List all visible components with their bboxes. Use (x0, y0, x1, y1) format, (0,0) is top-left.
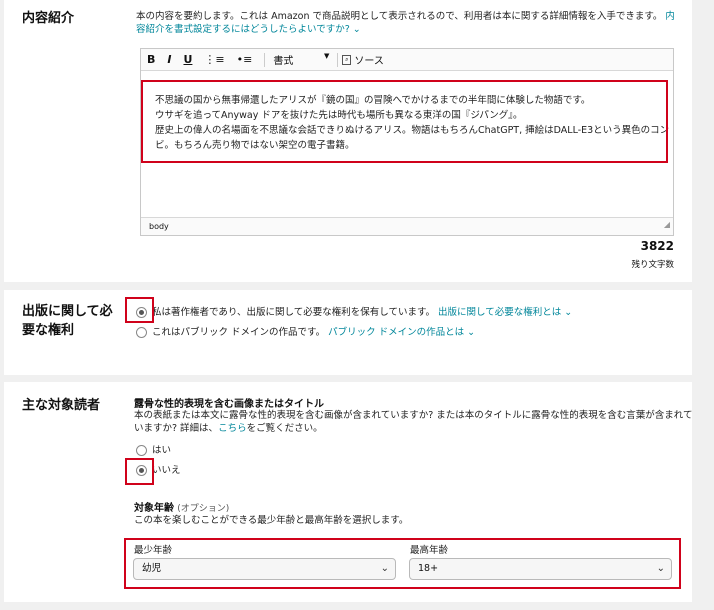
age-optional: (オプション) (177, 504, 230, 514)
rights-option1: 私は著作権者であり、出版に関して必要な権利を保有しています。 出版に関して必要な… (152, 306, 572, 319)
highlight-box (125, 458, 154, 485)
numbered-list-icon[interactable]: ⋮≡ (204, 53, 224, 66)
explicit-heading: 露骨な性的表現を含む画像またはタイトル (134, 399, 324, 410)
caret-down-icon: ▼ (323, 52, 330, 60)
description-title: 内容紹介 (22, 11, 75, 26)
description-help: 本の内容を要約します。これは Amazon で商品説明として表示されるので、利用… (136, 10, 676, 36)
chevron-down-icon: ⌄ (349, 24, 361, 35)
italic-button[interactable]: I (167, 53, 171, 66)
rights-option2-label: これはパブリック ドメインの作品です。 (152, 327, 326, 338)
age-description: この本を楽しむことができる最少年齢と最高年齢を選択します。 (134, 515, 409, 526)
rights-title-line2: 要な権利 (22, 323, 75, 338)
toolbar-divider (264, 52, 266, 67)
audience-title: 主な対象読者 (22, 398, 101, 413)
age-heading: 対象年齢 (134, 503, 174, 514)
highlight-box (141, 80, 668, 163)
audience-panel: 主な対象読者 露骨な性的表現を含む画像またはタイトル 本の表紙または本文に露骨な… (4, 382, 693, 602)
explicit-details-link[interactable]: こちら (218, 423, 247, 434)
source-button[interactable]: ⌕ ソース (342, 52, 384, 67)
chevron-down-icon: ⌄ (464, 327, 476, 338)
explicit-yes-radio[interactable] (136, 445, 147, 456)
highlight-box (125, 297, 154, 323)
explicit-text-3: をご覧ください。 (246, 423, 323, 434)
editor-toolbar: B I U ⋮≡ •≡ 書式 ▼ ⌕ ソース (141, 49, 673, 71)
editor-statusbar: body ◢ (141, 217, 673, 235)
format-dropdown[interactable]: 書式 ▼ (273, 52, 329, 67)
underline-button[interactable]: U (183, 53, 192, 66)
resize-handle-icon[interactable]: ◢ (664, 216, 670, 233)
rights-option1-label: 私は著作権者であり、出版に関して必要な権利を保有しています。 (152, 307, 436, 318)
rights-option2-link[interactable]: パブリック ドメインの作品とは (328, 327, 464, 338)
bold-button[interactable]: B (147, 53, 155, 66)
age-heading-row: 対象年齢 (オプション) (134, 499, 229, 514)
remaining-count: 3822 (640, 239, 674, 253)
public-domain-radio[interactable] (136, 327, 147, 338)
description-help-text: 本の内容を要約します。これは Amazon で商品説明として表示されるので、利用… (136, 11, 663, 22)
source-label: ソース (354, 56, 384, 67)
chevron-down-icon: ⌄ (561, 307, 573, 318)
source-icon: ⌕ (342, 54, 352, 65)
rights-option2: これはパブリック ドメインの作品です。 パブリック ドメインの作品とは ⌄ (152, 326, 475, 339)
explicit-text-line2: いますか? 詳細は、こちらをご覧ください。 (134, 422, 684, 435)
description-panel: 内容紹介 本の内容を要約します。これは Amazon で商品説明として表示される… (4, 0, 692, 282)
explicit-text-1: 本の表紙または本文に露骨な性的表現を含む画像が含まれていますか? または本のタイ… (134, 410, 693, 421)
rights-option1-link[interactable]: 出版に関して必要な権利とは (438, 307, 561, 318)
rights-title-line1: 出版に関して必 (22, 304, 113, 319)
remaining-label: 残り文字数 (631, 260, 674, 270)
status-path: body (149, 222, 169, 231)
explicit-yes-label: はい (152, 445, 172, 456)
explicit-text-2: いますか? 詳細は、 (134, 423, 219, 434)
rights-panel: 出版に関して必 要な権利 私は著作権者であり、出版に関して必要な権利を保有してい… (4, 290, 692, 375)
highlight-box (124, 538, 681, 589)
format-label: 書式 (273, 56, 294, 67)
explicit-description: 本の表紙または本文に露骨な性的表現を含む画像が含まれていますか? または本のタイ… (134, 409, 693, 435)
toolbar-divider (337, 52, 339, 67)
explicit-no-label: いいえ (152, 465, 181, 476)
bulleted-list-icon[interactable]: •≡ (237, 53, 253, 66)
rights-title: 出版に関して必 要な権利 (22, 302, 113, 340)
